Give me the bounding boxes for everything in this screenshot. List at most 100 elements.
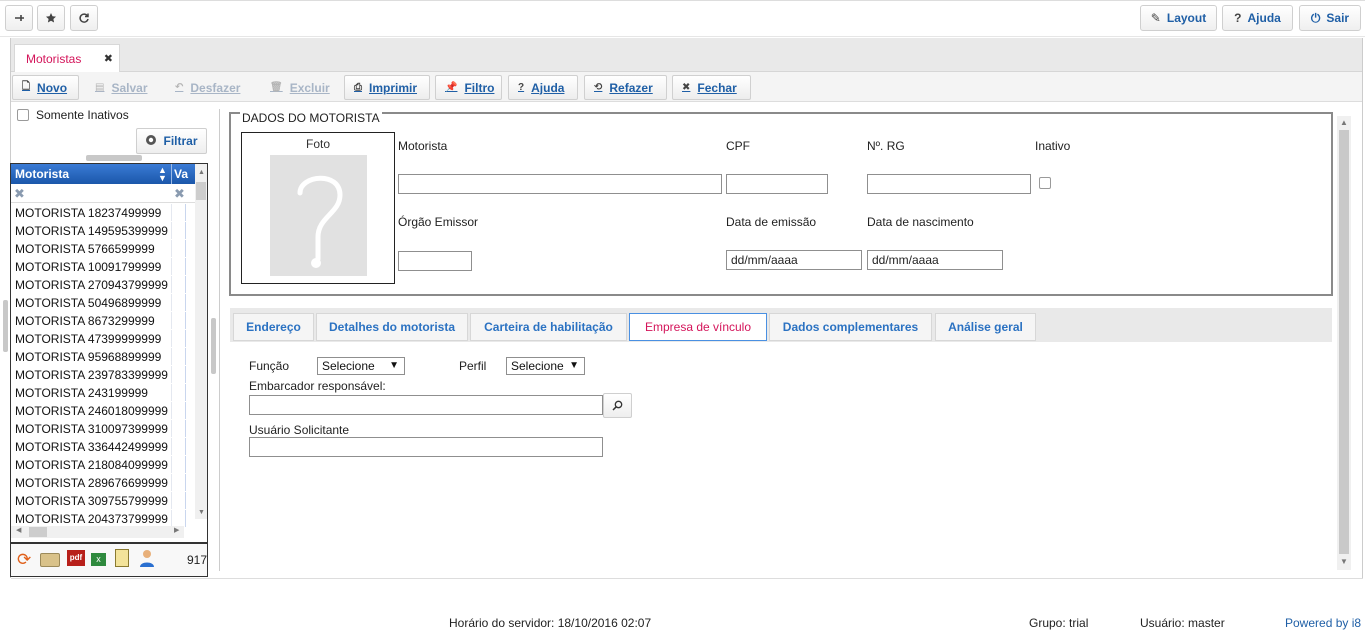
grid-vertical-scrollbar[interactable]: ▲ ▼ <box>195 164 207 519</box>
embarcador-input[interactable] <box>249 395 603 415</box>
row-motorista-cell: MOTORISTA 95968899999 <box>11 348 172 365</box>
tab-carteira-habilitacao[interactable]: Carteira de habilitação <box>470 313 627 341</box>
tab-motoristas[interactable]: Motoristas ✖ <box>14 44 120 73</box>
tab-endereco[interactable]: Endereço <box>233 313 314 341</box>
desfazer-label: Desfazer <box>190 80 241 95</box>
clear-filter-icon-2[interactable]: ✖ <box>174 186 185 202</box>
only-inactive-checkbox[interactable] <box>17 109 29 121</box>
excluir-button[interactable]: 🗑 Excluir <box>260 75 338 100</box>
table-row[interactable]: MOTORISTA 309755799999 <box>11 492 196 510</box>
sort-icon[interactable]: ▲ ▼ <box>158 166 167 183</box>
user-icon[interactable] <box>139 549 155 567</box>
column-header-motorista[interactable]: Motorista <box>15 167 69 181</box>
usuario-solicitante-input[interactable] <box>249 437 603 457</box>
layout-button[interactable]: ✎ Layout <box>1140 5 1217 31</box>
row-motorista-cell: MOTORISTA 243199999 <box>11 384 172 401</box>
table-row[interactable]: MOTORISTA 246018099999 <box>11 402 196 420</box>
content-scroll-thumb[interactable] <box>1339 130 1349 554</box>
print-icon[interactable] <box>40 553 60 567</box>
data-nascimento-input[interactable]: dd/mm/aaaa <box>867 250 1003 270</box>
scroll-down-icon[interactable]: ▼ <box>198 509 205 516</box>
search-icon <box>612 400 623 411</box>
table-row[interactable]: MOTORISTA 5766599999 <box>11 240 196 258</box>
fechar-button[interactable]: ✖ Fechar <box>672 75 751 100</box>
header-divider <box>171 164 172 184</box>
desfazer-button[interactable]: ↶ Desfazer <box>165 75 254 100</box>
salvar-button[interactable]: ▤ Salvar <box>85 75 164 100</box>
table-row[interactable]: MOTORISTA 50496899999 <box>11 294 196 312</box>
app-border-right <box>1362 38 1363 578</box>
user-info: Usuário: master <box>1140 616 1225 630</box>
rg-input[interactable] <box>867 174 1031 194</box>
close-tab-icon[interactable]: ✖ <box>104 52 113 65</box>
embarcador-search-button[interactable] <box>603 393 632 418</box>
perfil-select[interactable]: Selecione ▼ <box>506 357 585 375</box>
scroll-up-icon[interactable]: ▲ <box>198 169 205 176</box>
powered-by-link[interactable]: Powered by i8 <box>1285 616 1361 630</box>
novo-button[interactable]: 🗋 Novo <box>12 75 79 100</box>
grid-filter-row: ✖ ✖ <box>11 184 196 203</box>
only-inactive-filter[interactable]: Somente Inativos <box>17 108 129 122</box>
tab-analise-geral[interactable]: Análise geral <box>935 313 1036 341</box>
tab-detalhes-motorista[interactable]: Detalhes do motorista <box>316 313 468 341</box>
table-row[interactable]: MOTORISTA 149595399999 <box>11 222 196 240</box>
reload-icon[interactable]: ⟳ <box>17 550 31 570</box>
ajuda-button[interactable]: ? Ajuda <box>508 75 578 100</box>
center-splitter-handle[interactable] <box>211 318 216 374</box>
funcao-select[interactable]: Selecione ▼ <box>317 357 405 375</box>
star-icon[interactable] <box>37 5 65 31</box>
table-row[interactable]: MOTORISTA 336442499999 <box>11 438 196 456</box>
table-row[interactable]: MOTORISTA 310097399999 <box>11 420 196 438</box>
panel-resize-handle[interactable] <box>86 155 142 161</box>
refazer-label: Refazer <box>609 80 653 95</box>
grid-horizontal-scrollbar[interactable]: ◀ ▶ <box>11 526 184 538</box>
table-row[interactable]: MOTORISTA 239783399999 <box>11 366 196 384</box>
imprimir-button[interactable]: ⎙ Imprimir <box>344 75 430 100</box>
exit-button[interactable]: ⏻ Sair <box>1299 5 1361 31</box>
content-vertical-scrollbar[interactable]: ▲ ▼ <box>1337 116 1351 570</box>
table-row[interactable]: MOTORISTA 218084099999 <box>11 456 196 474</box>
data-emissao-input[interactable]: dd/mm/aaaa <box>726 250 862 270</box>
motorista-label: Motorista <box>398 139 448 153</box>
h-scroll-thumb[interactable] <box>29 527 47 537</box>
help-button[interactable]: ? Ajuda <box>1222 5 1293 31</box>
record-count: 917 <box>187 553 208 567</box>
refazer-button[interactable]: ⟲ Refazer <box>584 75 667 100</box>
motorista-input[interactable] <box>398 174 722 194</box>
excel-icon[interactable]: x <box>91 553 106 566</box>
data-emissao-label: Data de emissão <box>726 215 817 229</box>
table-row[interactable]: MOTORISTA 47399999999 <box>11 330 196 348</box>
pdf-icon[interactable]: pdf <box>67 550 85 566</box>
photo-box[interactable]: Foto <box>241 132 395 284</box>
table-row[interactable]: MOTORISTA 243199999 <box>11 384 196 402</box>
notes-icon[interactable] <box>115 549 129 567</box>
left-splitter-handle[interactable] <box>3 300 8 352</box>
table-row[interactable]: MOTORISTA 18237499999 <box>11 204 196 222</box>
table-row[interactable]: MOTORISTA 270943799999 <box>11 276 196 294</box>
scroll-right-icon[interactable]: ▶ <box>174 526 179 534</box>
scroll-left-icon[interactable]: ◀ <box>16 526 21 534</box>
content-scroll-down-icon[interactable]: ▼ <box>1340 557 1348 566</box>
table-row[interactable]: MOTORISTA 10091799999 <box>11 258 196 276</box>
table-row[interactable]: MOTORISTA 8673299999 <box>11 312 196 330</box>
tab-dados-complementares[interactable]: Dados complementares <box>769 313 932 341</box>
scroll-thumb[interactable] <box>196 182 206 200</box>
only-inactive-label: Somente Inativos <box>36 108 129 122</box>
cpf-input[interactable] <box>726 174 828 194</box>
tab-empresa-vinculo[interactable]: Empresa de vínculo <box>629 313 767 341</box>
filtro-button[interactable]: 📌 Filtro <box>435 75 502 100</box>
refresh-icon[interactable] <box>70 5 98 31</box>
filtrar-button[interactable]: Filtrar <box>136 128 207 154</box>
orgao-emissor-input[interactable] <box>398 251 472 271</box>
row-motorista-cell: MOTORISTA 239783399999 <box>11 366 172 383</box>
inativo-checkbox[interactable] <box>1039 177 1051 189</box>
table-row[interactable]: MOTORISTA 289676699999 <box>11 474 196 492</box>
pin-icon[interactable] <box>5 5 33 31</box>
row-va-cell <box>172 276 186 293</box>
table-row[interactable]: MOTORISTA 95968899999 <box>11 348 196 366</box>
column-header-va[interactable]: Va <box>174 167 188 181</box>
clear-filter-icon[interactable]: ✖ <box>14 186 25 202</box>
content-scroll-up-icon[interactable]: ▲ <box>1340 118 1348 127</box>
salvar-label: Salvar <box>111 80 148 95</box>
row-va-cell <box>172 384 186 401</box>
